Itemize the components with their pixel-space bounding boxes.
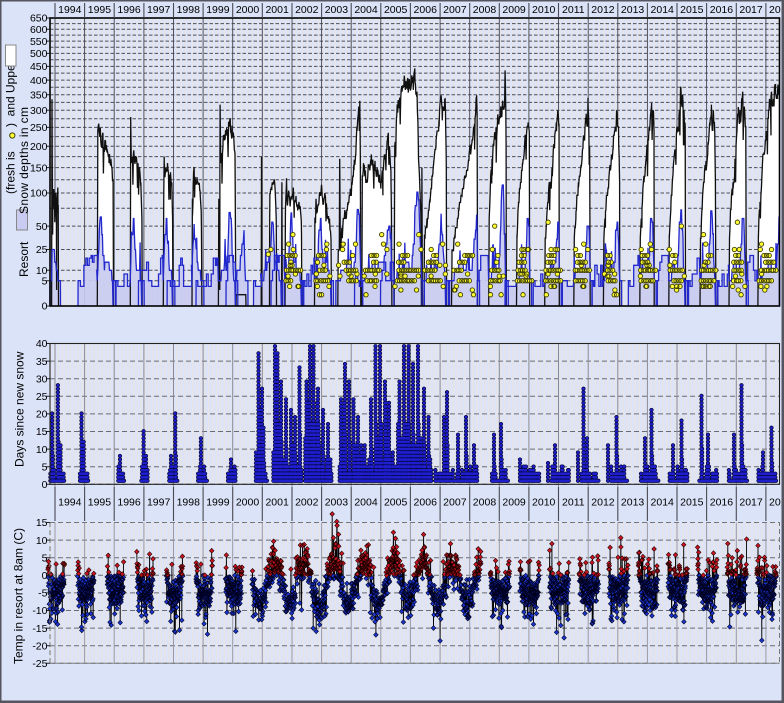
svg-text:2014: 2014 bbox=[651, 496, 675, 508]
svg-text:(fresh is: (fresh is bbox=[4, 151, 18, 194]
svg-text:5: 5 bbox=[42, 461, 48, 473]
svg-text:1994: 1994 bbox=[58, 4, 82, 16]
svg-text:150: 150 bbox=[30, 162, 48, 174]
svg-text:Temp in resort at 8am (C): Temp in resort at 8am (C) bbox=[12, 528, 26, 664]
svg-text:2008: 2008 bbox=[473, 496, 497, 508]
svg-text:350: 350 bbox=[30, 89, 48, 101]
svg-text:2003: 2003 bbox=[325, 496, 349, 508]
svg-text:10: 10 bbox=[36, 444, 48, 456]
svg-text:15: 15 bbox=[36, 426, 48, 438]
svg-text:2005: 2005 bbox=[384, 4, 408, 16]
svg-text:2016: 2016 bbox=[710, 4, 734, 16]
svg-text:2011: 2011 bbox=[562, 496, 585, 508]
svg-text:20: 20 bbox=[36, 409, 48, 421]
svg-text:2007: 2007 bbox=[443, 496, 467, 508]
svg-text:15: 15 bbox=[36, 517, 48, 529]
svg-text:2001: 2001 bbox=[265, 496, 289, 508]
svg-text:2005: 2005 bbox=[384, 496, 408, 508]
svg-text:2010: 2010 bbox=[532, 496, 556, 508]
svg-text:2017: 2017 bbox=[739, 4, 763, 16]
svg-text:2002: 2002 bbox=[295, 4, 319, 16]
svg-text:2002: 2002 bbox=[295, 496, 319, 508]
svg-text:0: 0 bbox=[42, 301, 48, 313]
svg-text:2000: 2000 bbox=[236, 4, 260, 16]
svg-text:1995: 1995 bbox=[88, 4, 112, 16]
svg-text:1994: 1994 bbox=[58, 496, 82, 508]
svg-text:0: 0 bbox=[42, 479, 48, 491]
svg-text:10: 10 bbox=[36, 535, 48, 547]
svg-text:25: 25 bbox=[36, 244, 48, 256]
svg-text:2015: 2015 bbox=[680, 496, 704, 508]
svg-text:2009: 2009 bbox=[502, 496, 526, 508]
svg-text:5: 5 bbox=[42, 275, 48, 287]
svg-text:2001: 2001 bbox=[265, 4, 289, 16]
svg-text:2004: 2004 bbox=[354, 496, 378, 508]
svg-text:2014: 2014 bbox=[651, 4, 675, 16]
svg-text:100: 100 bbox=[30, 188, 48, 200]
svg-text:2016: 2016 bbox=[710, 496, 734, 508]
svg-text:2013: 2013 bbox=[621, 4, 645, 16]
svg-text:Resort: Resort bbox=[17, 241, 31, 277]
svg-text:1999: 1999 bbox=[206, 496, 230, 508]
svg-text:-10: -10 bbox=[32, 605, 47, 617]
svg-text:1995: 1995 bbox=[88, 496, 112, 508]
svg-text:300: 300 bbox=[30, 105, 48, 117]
svg-text:200: 200 bbox=[30, 141, 48, 153]
svg-text:600: 600 bbox=[30, 24, 48, 36]
svg-text:25: 25 bbox=[36, 391, 48, 403]
svg-text:Snow depths in cm: Snow depths in cm bbox=[17, 107, 31, 214]
svg-text:1997: 1997 bbox=[147, 496, 171, 508]
svg-text:-15: -15 bbox=[32, 623, 47, 635]
svg-text:2003: 2003 bbox=[325, 4, 349, 16]
svg-text:1996: 1996 bbox=[117, 4, 141, 16]
svg-text:) and Upper: ) and Upper bbox=[4, 60, 18, 127]
svg-text:1997: 1997 bbox=[147, 4, 171, 16]
svg-text:1999: 1999 bbox=[206, 4, 230, 16]
svg-text:2004: 2004 bbox=[354, 4, 378, 16]
svg-text:2009: 2009 bbox=[502, 4, 526, 16]
svg-text:2013: 2013 bbox=[621, 496, 645, 508]
svg-text:400: 400 bbox=[30, 75, 48, 87]
svg-text:550: 550 bbox=[30, 36, 48, 48]
svg-text:2007: 2007 bbox=[443, 4, 467, 16]
svg-text:450: 450 bbox=[30, 61, 48, 73]
svg-text:250: 250 bbox=[30, 122, 48, 134]
svg-text:30: 30 bbox=[36, 373, 48, 385]
svg-text:-25: -25 bbox=[32, 658, 47, 670]
svg-text:40: 40 bbox=[36, 338, 48, 350]
svg-text:Days since new snow: Days since new snow bbox=[13, 351, 27, 467]
svg-text:1996: 1996 bbox=[117, 496, 141, 508]
svg-text:650: 650 bbox=[30, 13, 48, 25]
svg-text:50: 50 bbox=[36, 221, 48, 233]
svg-text:10: 10 bbox=[36, 265, 48, 277]
svg-text:-5: -5 bbox=[38, 588, 47, 600]
svg-text:2015: 2015 bbox=[680, 4, 704, 16]
svg-text:-20: -20 bbox=[32, 640, 47, 652]
svg-text:5: 5 bbox=[42, 552, 48, 564]
svg-text:2017: 2017 bbox=[739, 496, 763, 508]
svg-text:2006: 2006 bbox=[414, 496, 438, 508]
svg-text:1998: 1998 bbox=[177, 4, 201, 16]
svg-text:35: 35 bbox=[36, 356, 48, 368]
svg-text:2000: 2000 bbox=[236, 496, 260, 508]
svg-text:1998: 1998 bbox=[177, 496, 201, 508]
svg-text:2011: 2011 bbox=[562, 4, 585, 16]
svg-text:0: 0 bbox=[42, 570, 48, 582]
svg-text:2010: 2010 bbox=[532, 4, 556, 16]
svg-text:2008: 2008 bbox=[473, 4, 497, 16]
svg-text:2012: 2012 bbox=[591, 496, 615, 508]
svg-text:500: 500 bbox=[30, 48, 48, 60]
svg-text:2006: 2006 bbox=[414, 4, 438, 16]
svg-text:2012: 2012 bbox=[591, 4, 615, 16]
